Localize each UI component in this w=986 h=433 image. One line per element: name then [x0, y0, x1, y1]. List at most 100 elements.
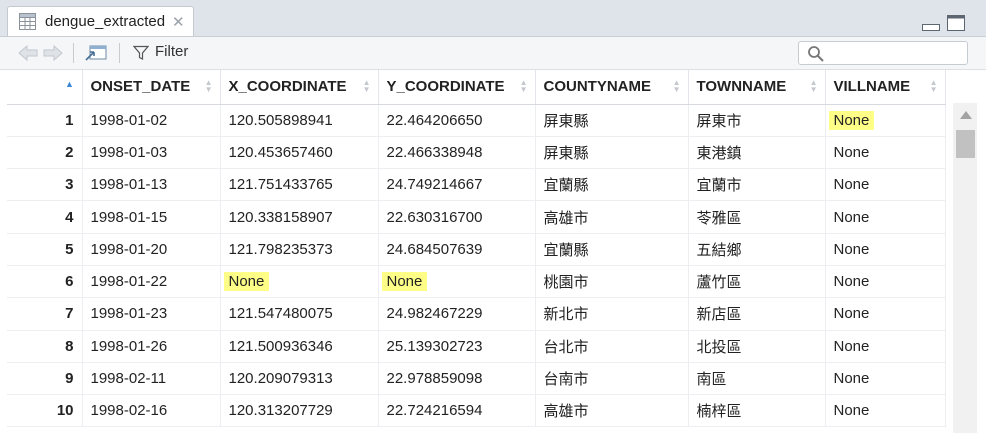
cell-villname: None — [825, 200, 946, 234]
cell-onset-date: 1998-01-03 — [82, 136, 221, 170]
table-icon — [19, 13, 36, 30]
cell-villname: None — [825, 362, 946, 396]
cell-x-coordinate: 121.547480075 — [220, 297, 379, 331]
vertical-scrollbar[interactable] — [953, 103, 977, 433]
cell-y-coordinate: 22.466338948 — [378, 136, 536, 170]
sort-ascending-icon: ▲ — [65, 79, 74, 89]
cell-townname: 五結鄉 — [688, 233, 826, 266]
search-input[interactable] — [829, 44, 965, 64]
cell-villname: None — [825, 330, 946, 363]
table-row: 7 1998-01-23 121.547480075 24.982467229 … — [7, 297, 946, 331]
cell-y-coordinate: 24.684507639 — [378, 233, 536, 266]
search-icon — [808, 46, 824, 62]
cell-countyname: 台南市 — [535, 362, 689, 396]
cell-onset-date: 1998-01-23 — [82, 297, 221, 331]
table-row: 2 1998-01-03 120.453657460 22.466338948 … — [7, 136, 946, 170]
table-row: 6 1998-01-22 None None 桃園市 蘆竹區 None — [7, 265, 946, 299]
column-header-countyname[interactable]: COUNTYNAME ▲ ▼ — [535, 70, 689, 105]
cell-townname: 新店區 — [688, 297, 826, 331]
row-number: 7 — [7, 297, 83, 331]
cell-onset-date: 1998-01-22 — [82, 265, 221, 299]
table-row: 8 1998-01-26 121.500936346 25.139302723 … — [7, 330, 946, 363]
toolbar: Filter — [0, 37, 986, 70]
column-header-label: ONSET_DATE — [90, 78, 191, 96]
cell-onset-date: 1998-02-16 — [82, 394, 221, 428]
scrollbar-thumb[interactable] — [956, 130, 975, 158]
column-header-y-coordinate[interactable]: Y_COORDINATE ▲ ▼ — [378, 70, 536, 105]
forward-arrow-icon[interactable] — [42, 43, 64, 63]
cell-y-coordinate: 22.978859098 — [378, 362, 536, 396]
table-row: 9 1998-02-11 120.209079313 22.978859098 … — [7, 362, 946, 396]
cell-countyname: 新北市 — [535, 297, 689, 331]
sort-icon: ▲ ▼ — [362, 78, 371, 94]
cell-x-coordinate: None — [220, 265, 379, 299]
column-header-label: X_COORDINATE — [228, 78, 347, 96]
cell-x-coordinate: 120.505898941 — [220, 104, 379, 137]
search-box[interactable] — [798, 41, 968, 65]
cell-y-coordinate: 22.630316700 — [378, 200, 536, 234]
cell-y-coordinate: 25.139302723 — [378, 330, 536, 363]
cell-villname: None — [825, 394, 946, 428]
cell-countyname: 台北市 — [535, 330, 689, 363]
cell-x-coordinate: 121.798235373 — [220, 233, 379, 266]
cell-villname: None — [825, 104, 946, 137]
row-number: 3 — [7, 168, 83, 202]
cell-townname: 東港鎮 — [688, 136, 826, 170]
scroll-up-icon[interactable] — [960, 111, 972, 119]
table-row: 1 1998-01-02 120.505898941 22.464206650 … — [7, 104, 946, 137]
toolbar-divider — [73, 43, 74, 63]
table-row: 10 1998-02-16 120.313207729 22.724216594… — [7, 394, 946, 428]
cell-countyname: 桃園市 — [535, 265, 689, 299]
maximize-icon[interactable] — [946, 14, 966, 32]
row-number: 9 — [7, 362, 83, 396]
cell-townname: 宜蘭市 — [688, 168, 826, 202]
tab-bar: dengue_extracted ✕ — [0, 0, 986, 37]
filter-button[interactable]: Filter — [155, 43, 188, 60]
cell-y-coordinate: None — [378, 265, 536, 299]
show-in-window-icon[interactable] — [84, 43, 108, 63]
cell-onset-date: 1998-01-13 — [82, 168, 221, 202]
cell-onset-date: 1998-01-20 — [82, 233, 221, 266]
cell-townname: 楠梓區 — [688, 394, 826, 428]
data-table: ▲ ONSET_DATE ▲ ▼ X_COORDINATE ▲ ▼ Y_COORDINA… — [7, 70, 946, 428]
cell-y-coordinate: 24.749214667 — [378, 168, 536, 202]
tab-dengue-extracted[interactable]: dengue_extracted ✕ — [7, 6, 194, 36]
cell-x-coordinate: 121.500936346 — [220, 330, 379, 363]
cell-x-coordinate: 120.313207729 — [220, 394, 379, 428]
cell-x-coordinate: 120.453657460 — [220, 136, 379, 170]
row-number: 5 — [7, 233, 83, 266]
column-header-label: VILLNAME — [833, 78, 911, 96]
cell-countyname: 屏東縣 — [535, 136, 689, 170]
close-icon[interactable]: ✕ — [172, 13, 185, 31]
filter-icon[interactable] — [133, 45, 149, 61]
header-row: ▲ ONSET_DATE ▲ ▼ X_COORDINATE ▲ ▼ Y_COORDINA… — [7, 70, 946, 105]
cell-x-coordinate: 120.338158907 — [220, 200, 379, 234]
column-header-onset-date[interactable]: ONSET_DATE ▲ ▼ — [82, 70, 221, 105]
column-header-townname[interactable]: TOWNNAME ▲ ▼ — [688, 70, 826, 105]
back-arrow-icon[interactable] — [17, 43, 39, 63]
cell-villname: None — [825, 136, 946, 170]
column-header-x-coordinate[interactable]: X_COORDINATE ▲ ▼ — [220, 70, 379, 105]
row-number: 10 — [7, 394, 83, 428]
cell-y-coordinate: 22.724216594 — [378, 394, 536, 428]
highlighted-value: None — [828, 110, 875, 130]
column-header-label: COUNTYNAME — [543, 78, 652, 96]
column-header-villname[interactable]: VILLNAME ▲ ▼ — [825, 70, 946, 105]
row-number: 2 — [7, 136, 83, 170]
sort-icon: ▲ ▼ — [809, 78, 818, 94]
cell-villname: None — [825, 233, 946, 266]
cell-y-coordinate: 24.982467229 — [378, 297, 536, 331]
row-index-header[interactable]: ▲ — [7, 70, 83, 105]
sort-icon: ▲ ▼ — [929, 78, 938, 94]
sort-icon: ▲ ▼ — [672, 78, 681, 94]
cell-villname: None — [825, 297, 946, 331]
cell-onset-date: 1998-01-15 — [82, 200, 221, 234]
column-header-label: Y_COORDINATE — [386, 78, 505, 96]
row-number: 8 — [7, 330, 83, 363]
cell-townname: 蘆竹區 — [688, 265, 826, 299]
minimize-icon[interactable] — [921, 14, 941, 32]
toolbar-divider — [119, 43, 120, 63]
cell-townname: 南區 — [688, 362, 826, 396]
cell-onset-date: 1998-01-02 — [82, 104, 221, 137]
cell-onset-date: 1998-02-11 — [82, 362, 221, 396]
